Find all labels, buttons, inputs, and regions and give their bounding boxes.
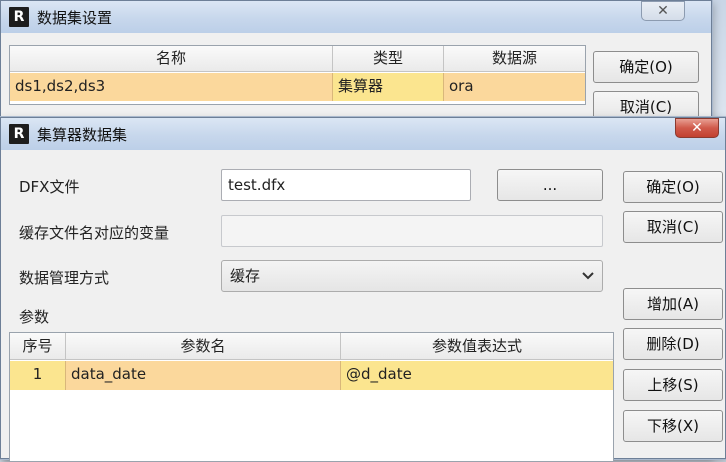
add-param-button[interactable]: 增加(A) [623,288,723,320]
inner-cancel-button[interactable]: 取消(C) [623,211,723,243]
dfx-file-label: DFX文件 [19,178,80,196]
manage-mode-label: 数据管理方式 [19,269,110,287]
browse-button[interactable]: ... [497,169,603,201]
manage-mode-select[interactable]: 缓存 [221,260,603,292]
chevron-down-icon [582,272,594,280]
column-header-source[interactable]: 数据源 [444,46,585,72]
manage-mode-value: 缓存 [230,267,261,285]
cache-var-input[interactable] [221,215,603,247]
cell-source[interactable]: ora [444,73,585,101]
inner-close-button[interactable]: ✕ [675,118,719,138]
move-down-button[interactable]: 下移(X) [623,410,723,442]
cell-index[interactable]: 1 [10,361,66,390]
delete-param-label: 删除(D) [646,335,700,353]
column-header-name[interactable]: 名称 [10,46,333,72]
params-label: 参数 [19,308,50,326]
column-header-param-name[interactable]: 参数名 [66,333,341,360]
outer-ok-label: 确定(O) [619,58,673,76]
inner-ok-label: 确定(O) [646,178,700,196]
inner-ok-button[interactable]: 确定(O) [623,171,723,203]
move-up-label: 上移(S) [647,376,699,394]
dfx-file-input[interactable]: test.dfx [221,169,471,201]
cache-var-label: 缓存文件名对应的变量 [19,224,170,242]
column-header-param-expr[interactable]: 参数值表达式 [341,333,613,360]
app-logo-icon: R [9,124,29,144]
delete-param-button[interactable]: 删除(D) [623,328,723,360]
dataset-table: 名称 类型 数据源 ds1,ds2,ds3 集算器 ora [9,45,586,105]
outer-ok-button[interactable]: 确定(O) [593,51,699,83]
cell-param-name[interactable]: data_date [66,361,341,390]
table-row[interactable]: ds1,ds2,ds3 集算器 ora [10,73,585,101]
cell-type[interactable]: 集算器 [333,73,444,101]
dataset-settings-title: 数据集设置 [37,9,113,27]
add-param-label: 增加(A) [647,295,699,313]
close-icon: ✕ [657,3,669,19]
cell-name[interactable]: ds1,ds2,ds3 [10,73,333,101]
column-header-type[interactable]: 类型 [333,46,444,72]
outer-close-button[interactable]: ✕ [641,1,685,21]
esproc-dataset-title-bar: R 集算器数据集 ✕ [1,118,725,150]
esproc-dataset-title: 集算器数据集 [37,126,128,144]
move-up-button[interactable]: 上移(S) [623,369,723,401]
cell-param-expr[interactable]: @d_date [341,361,613,390]
esproc-dataset-dialog: R 集算器数据集 ✕ DFX文件 test.dfx ... 缓存文件名对应的变量… [0,117,726,462]
params-table: 序号 参数名 参数值表达式 1 data_date @d_date [9,332,614,462]
browse-label: ... [542,176,558,194]
table-row[interactable]: 1 data_date @d_date [10,361,613,390]
dataset-settings-title-bar: R 数据集设置 ✕ [1,1,711,33]
inner-cancel-label: 取消(C) [646,218,700,236]
column-header-index[interactable]: 序号 [10,333,66,360]
app-logo-icon: R [9,7,29,27]
close-icon: ✕ [691,120,703,136]
move-down-label: 下移(X) [647,417,699,435]
